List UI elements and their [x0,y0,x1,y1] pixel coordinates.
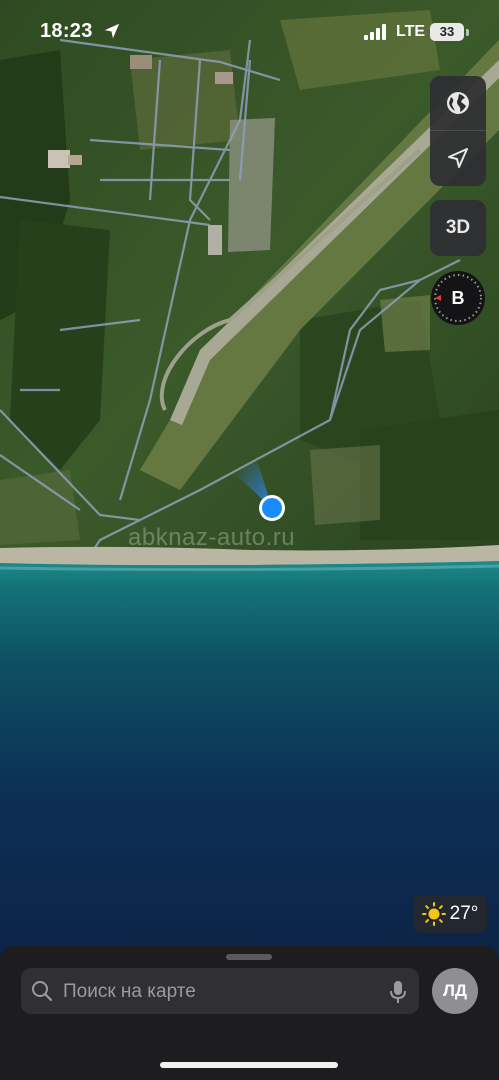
user-location-marker[interactable] [232,455,312,535]
search-bar[interactable] [21,968,419,1016]
microphone-icon[interactable] [389,980,407,1004]
compass[interactable]: В [430,270,486,326]
home-indicator [160,1062,338,1068]
network-type: LTE [396,23,426,40]
search-icon [32,981,53,1002]
location-dot-core [262,498,282,518]
temperature: 27° [449,903,479,924]
globe-icon [447,92,469,114]
sun-icon [421,902,446,926]
apron [228,118,275,252]
building [215,72,233,84]
avatar[interactable]: ЛД [432,968,478,1014]
3d-button[interactable]: 3D [430,200,486,256]
clock: 18:23 [40,20,93,42]
weather-widget[interactable]: 27° [413,895,487,933]
search-input[interactable] [61,968,365,1016]
forest-patch [360,410,499,540]
building [68,155,82,165]
building [48,150,70,168]
cellular-signal-icon [364,24,386,40]
battery-icon: 33 [430,23,464,41]
compass-direction-label: В [451,288,465,308]
track-location-button[interactable] [430,131,486,185]
status-bar: 18:23 LTE 33 [0,0,499,64]
map-controls [430,76,486,186]
field [310,445,380,525]
battery-cap [466,29,469,36]
field [380,295,430,352]
building [208,225,222,255]
location-services-icon [104,23,120,39]
map-mode-button[interactable] [430,76,486,131]
sheet-grabber[interactable] [226,954,272,960]
bottom-sheet[interactable]: ЛД [0,946,499,1080]
location-arrow-icon [448,148,468,168]
